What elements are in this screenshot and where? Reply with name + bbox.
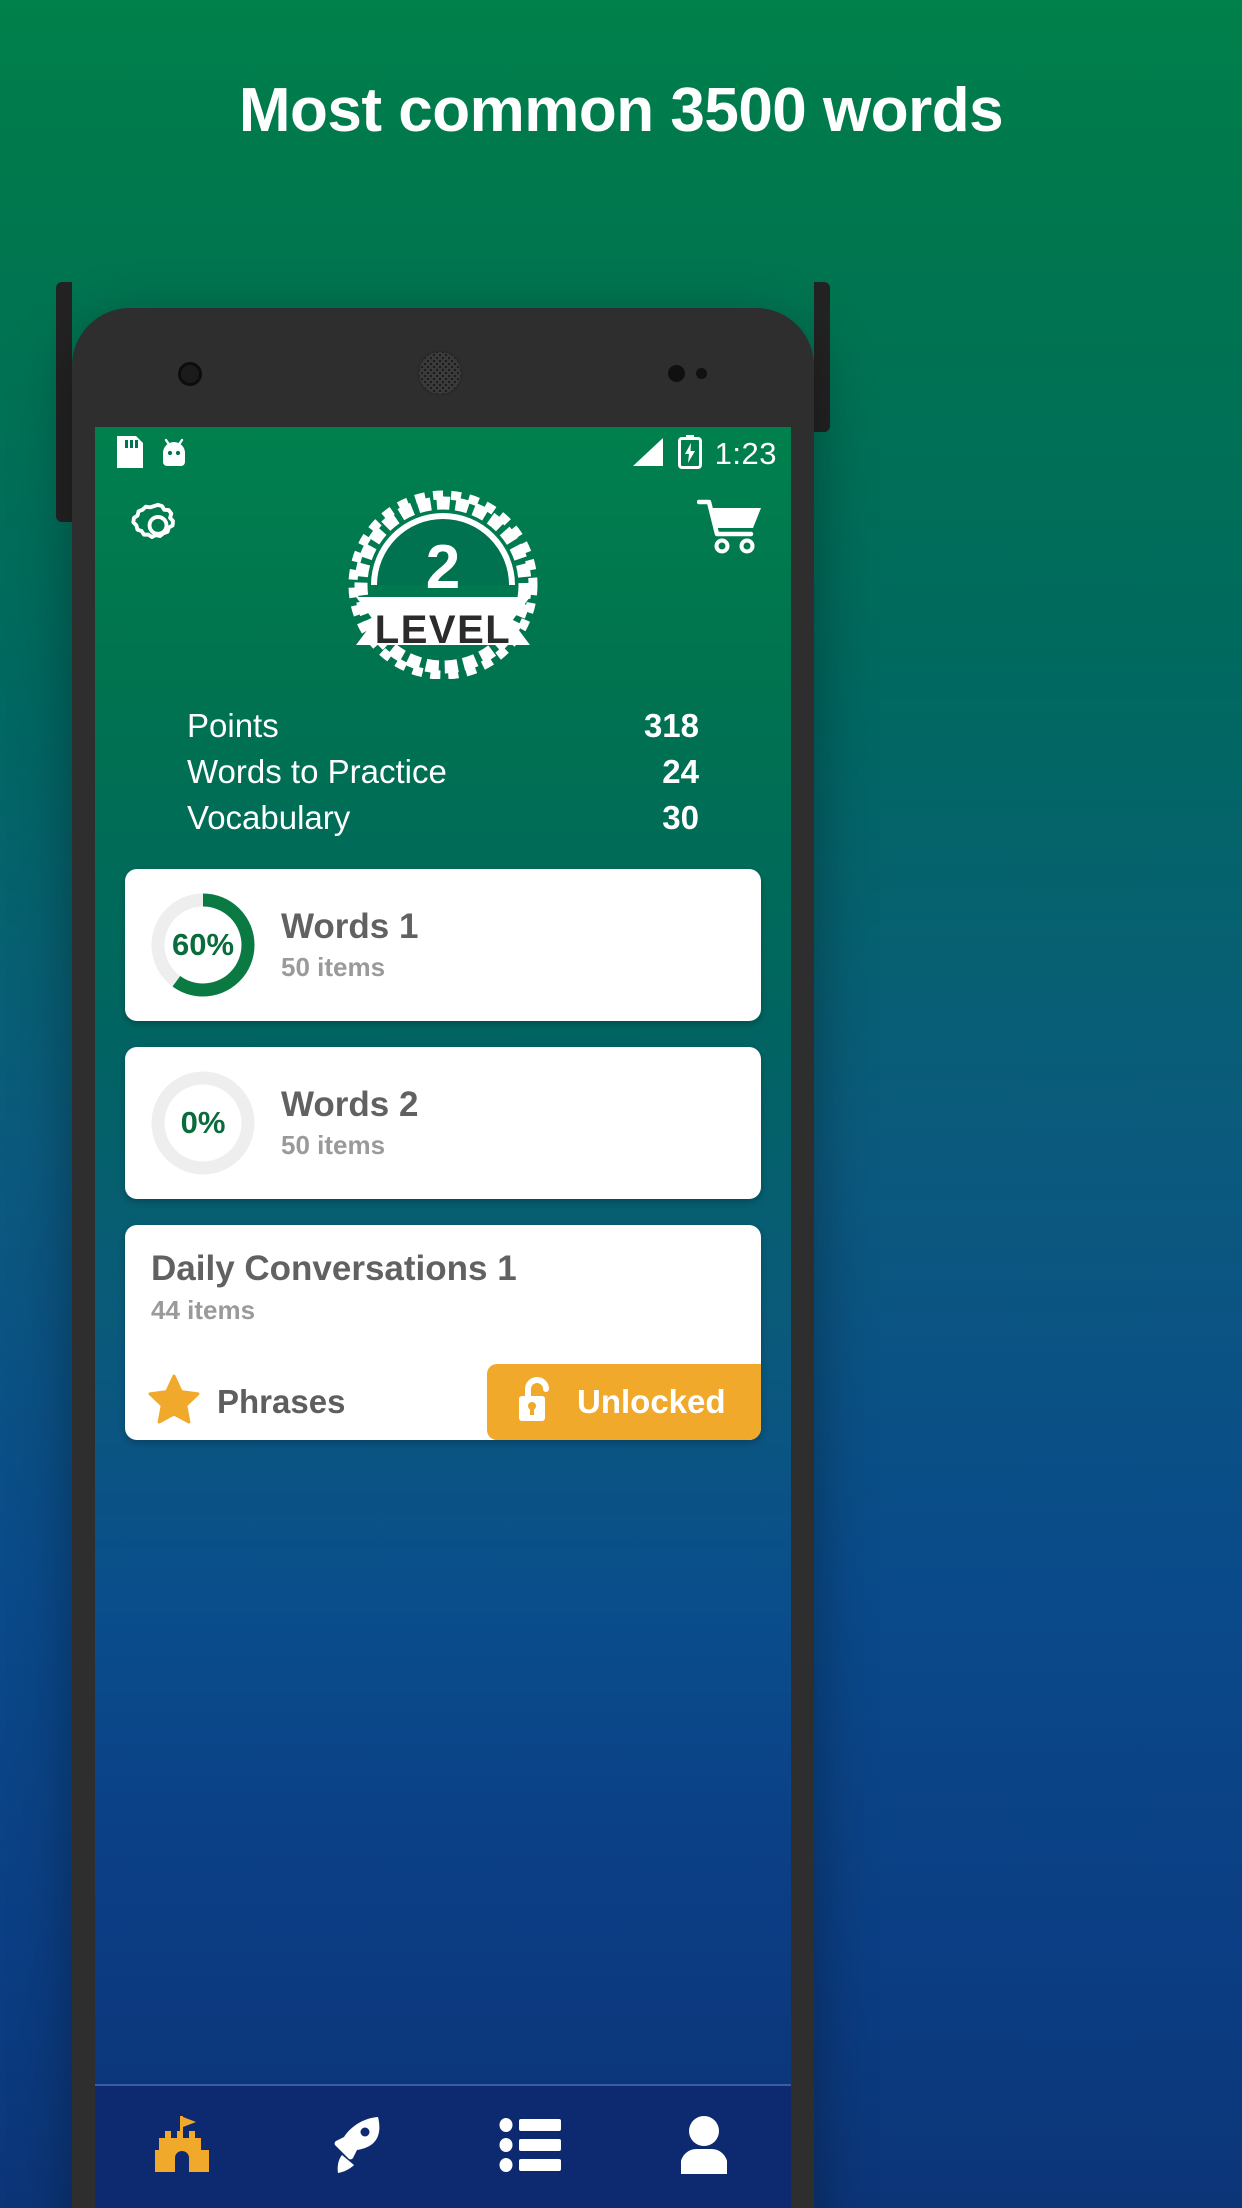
- signal-bars-icon: [631, 437, 665, 472]
- bottom-navigation-bar: [95, 2084, 791, 2208]
- lesson-card-words-2[interactable]: 0% Words 2 50 items: [125, 1047, 761, 1199]
- stat-value: 30: [662, 799, 699, 836]
- card-tag-label: Phrases: [217, 1383, 346, 1420]
- card-footer: Phrases Unlocked: [125, 1364, 761, 1440]
- proximity-sensor: [668, 365, 685, 382]
- stat-label: Vocabulary: [187, 799, 351, 836]
- unlocked-button[interactable]: Unlocked: [487, 1364, 761, 1440]
- progress-percent: 0%: [180, 1105, 226, 1140]
- lesson-card-words-1[interactable]: 60% Words 1 50 items: [125, 869, 761, 1021]
- nav-item-profile[interactable]: [617, 2086, 791, 2208]
- stat-value: 24: [662, 753, 699, 790]
- earpiece-speaker: [417, 350, 463, 396]
- card-subtitle: 50 items: [281, 1130, 386, 1161]
- level-number: 2: [425, 533, 461, 602]
- star-icon: [147, 1374, 201, 1431]
- stats-list: Points 318 Words to Practice 24 Vocabula…: [187, 707, 699, 845]
- light-sensor: [696, 368, 707, 379]
- card-text-block: Daily Conversations 1 44 items: [125, 1249, 761, 1326]
- person-icon: [675, 2114, 733, 2181]
- stat-row: Words to Practice 24: [187, 753, 699, 799]
- card-text-block: Words 1 50 items: [281, 907, 418, 983]
- status-bar-clock: 1:23: [714, 436, 777, 471]
- status-bar-left: [117, 435, 189, 473]
- stat-row: Points 318: [187, 707, 699, 753]
- front-camera-icon: [178, 362, 202, 386]
- castle-icon: [151, 2112, 213, 2183]
- battery-charging-icon: [677, 434, 702, 474]
- level-badge-container: 2 LEVEL: [95, 489, 791, 680]
- nav-item-castle[interactable]: [95, 2086, 269, 2208]
- card-content: 60% Words 1 50 items: [125, 869, 761, 1021]
- phone-volume-button: [56, 282, 72, 522]
- rocket-icon: [326, 2113, 386, 2182]
- lesson-card-daily-conversations-1[interactable]: Daily Conversations 1 44 items Phrases U…: [125, 1225, 761, 1440]
- progress-percent: 60%: [171, 927, 235, 962]
- stat-row: Vocabulary 30: [187, 799, 699, 845]
- lesson-card-list: 60% Words 1 50 items 0% Words 2 50 items…: [95, 869, 791, 1466]
- progress-ring: 0%: [147, 1067, 259, 1179]
- stat-label: Words to Practice: [187, 753, 447, 790]
- phone-power-button: [814, 282, 830, 432]
- card-title: Words 1: [281, 906, 419, 946]
- page-title: Most common 3500 words: [238, 76, 1004, 145]
- level-badge: 2 LEVEL: [326, 489, 560, 680]
- card-subtitle: 50 items: [281, 952, 386, 983]
- nav-item-list[interactable]: [443, 2086, 617, 2208]
- unlock-padlock-icon: [513, 1374, 559, 1431]
- status-bar: 1:23: [95, 427, 791, 481]
- card-title: Words 2: [281, 1084, 419, 1124]
- card-content: 0% Words 2 50 items: [125, 1047, 761, 1199]
- status-bar-right: 1:23: [631, 434, 777, 474]
- card-title: Daily Conversations 1: [151, 1249, 517, 1288]
- list-icon: [499, 2116, 561, 2179]
- unlocked-button-label: Unlocked: [577, 1383, 726, 1420]
- android-icon: [159, 436, 189, 473]
- card-tag: Phrases: [125, 1374, 345, 1431]
- progress-ring: 60%: [147, 889, 259, 1001]
- stat-value: 318: [643, 707, 699, 744]
- card-text-block: Words 2 50 items: [281, 1085, 418, 1161]
- level-label: LEVEL: [374, 608, 512, 652]
- nav-item-rocket[interactable]: [269, 2086, 443, 2208]
- stat-label: Points: [187, 707, 279, 744]
- phone-screen: 1:23 2 LEVEL Points 318 Words to Practic…: [95, 427, 791, 2208]
- sd-card-icon: [117, 435, 143, 473]
- promo-screenshot: Most common 3500 words 1:23 2 LEVEL Poin…: [0, 0, 1242, 2208]
- card-subtitle: 44 items: [151, 1295, 256, 1325]
